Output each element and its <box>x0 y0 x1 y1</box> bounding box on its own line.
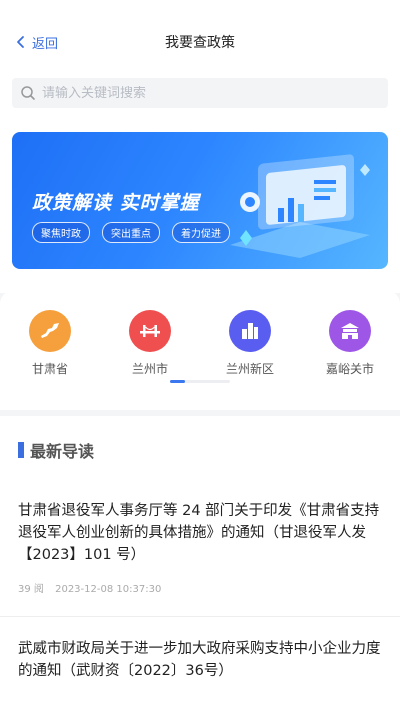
page-title: 我要查政策 <box>165 35 235 51</box>
banner-tags: 聚焦时政 突出重点 着力促进 <box>32 222 230 243</box>
news-item[interactable]: 武威市财政局关于进一步加大政府采购支持中小企业力度的通知（武财资〔2022〕36… <box>18 638 382 682</box>
search-bar[interactable] <box>12 78 388 108</box>
section-header: 最新导读 <box>18 440 95 461</box>
news-meta: 39 阅 2023-12-08 10:37:30 <box>18 580 382 595</box>
gansu-map-icon <box>29 310 71 352</box>
divider <box>0 616 400 617</box>
news-headline: 甘肃省退役军人事务厅等 24 部门关于印发《甘肃省支持退役军人创业创新的具体措施… <box>18 503 380 563</box>
policy-banner[interactable]: 政策解读 实时掌握 聚焦时政 突出重点 着力促进 <box>12 132 388 269</box>
category-jiayuguan[interactable]: 嘉峪关市 <box>310 310 390 377</box>
category-lanzhou[interactable]: 兰州市 <box>110 310 190 377</box>
category-label: 兰州新区 <box>225 362 274 376</box>
dashboard-illustration-icon <box>230 154 370 258</box>
buildings-icon <box>229 310 271 352</box>
section-accent-bar <box>18 442 24 458</box>
search-icon <box>21 86 35 100</box>
news-item[interactable]: 甘肃省退役军人事务厅等 24 部门关于印发《甘肃省支持退役军人创业创新的具体措施… <box>18 500 382 595</box>
category-lanzhou-new-district[interactable]: 兰州新区 <box>210 310 290 377</box>
category-label: 嘉峪关市 <box>325 362 374 376</box>
category-pager <box>170 380 230 383</box>
banner-title: 政策解读 实时掌握 <box>32 192 200 214</box>
category-panel: 甘肃省 兰州市 兰州新区 嘉峪关市 <box>0 290 400 410</box>
view-count: 39 阅 <box>18 584 44 595</box>
banner-tag: 突出重点 <box>102 222 160 243</box>
search-area <box>0 70 400 118</box>
news-section: 最新导读 甘肃省退役军人事务厅等 24 部门关于印发《甘肃省支持退役军人创业创新… <box>0 416 400 710</box>
region-category-list: 甘肃省 兰州市 兰州新区 嘉峪关市 <box>0 310 400 377</box>
section-title: 最新导读 <box>30 442 95 461</box>
news-headline: 武威市财政局关于进一步加大政府采购支持中小企业力度的通知（武财资〔2022〕36… <box>18 641 381 679</box>
search-input[interactable] <box>42 85 362 101</box>
category-label: 兰州市 <box>131 362 168 376</box>
bridge-icon <box>129 310 171 352</box>
pager-indicator <box>170 380 185 383</box>
publish-time: 2023-12-08 10:37:30 <box>55 584 162 595</box>
banner-area: 政策解读 实时掌握 聚焦时政 突出重点 着力促进 <box>0 118 400 293</box>
category-label: 甘肃省 <box>31 362 68 376</box>
banner-tag: 聚焦时政 <box>32 222 90 243</box>
category-gansu[interactable]: 甘肃省 <box>10 310 90 377</box>
gate-tower-icon <box>329 310 371 352</box>
